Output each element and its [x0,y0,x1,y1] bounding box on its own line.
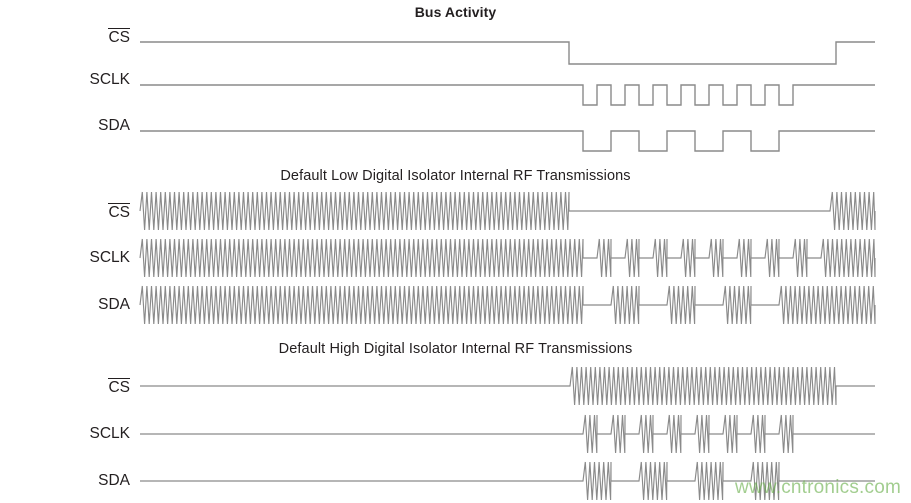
waveform-path [139,285,876,325]
waveform-default-high-rf-cs [140,366,875,406]
waveform-path [140,130,875,152]
timing-diagram-figure: Bus Activity CS SCLK SDA Default Low Digital… [0,0,911,503]
waveform-path [140,366,875,406]
waveform-bus-activity-sclk [140,84,875,106]
site-watermark: www.cntronics.com [735,477,901,498]
waveform-default-low-rf-sclk [139,238,876,278]
waveform-default-low-rf-cs [139,191,876,231]
waveform-bus-activity-sda [140,130,875,152]
panel-title-bus-activity: Bus Activity [414,4,497,20]
waveform-default-low-rf-sda [139,285,876,325]
panel-title-default-low-rf: Default Low Digital Isolator Internal RF… [280,168,631,184]
waveform-path [139,238,876,278]
waveform-default-high-rf-sclk [140,414,875,454]
waveform-path [140,414,875,454]
waveform-bus-activity-cs [140,41,875,65]
waveform-path [139,191,876,231]
waveform-path [140,84,875,106]
waveform-path [140,41,875,65]
panel-title-default-high-rf: Default High Digital Isolator Internal R… [278,341,633,357]
